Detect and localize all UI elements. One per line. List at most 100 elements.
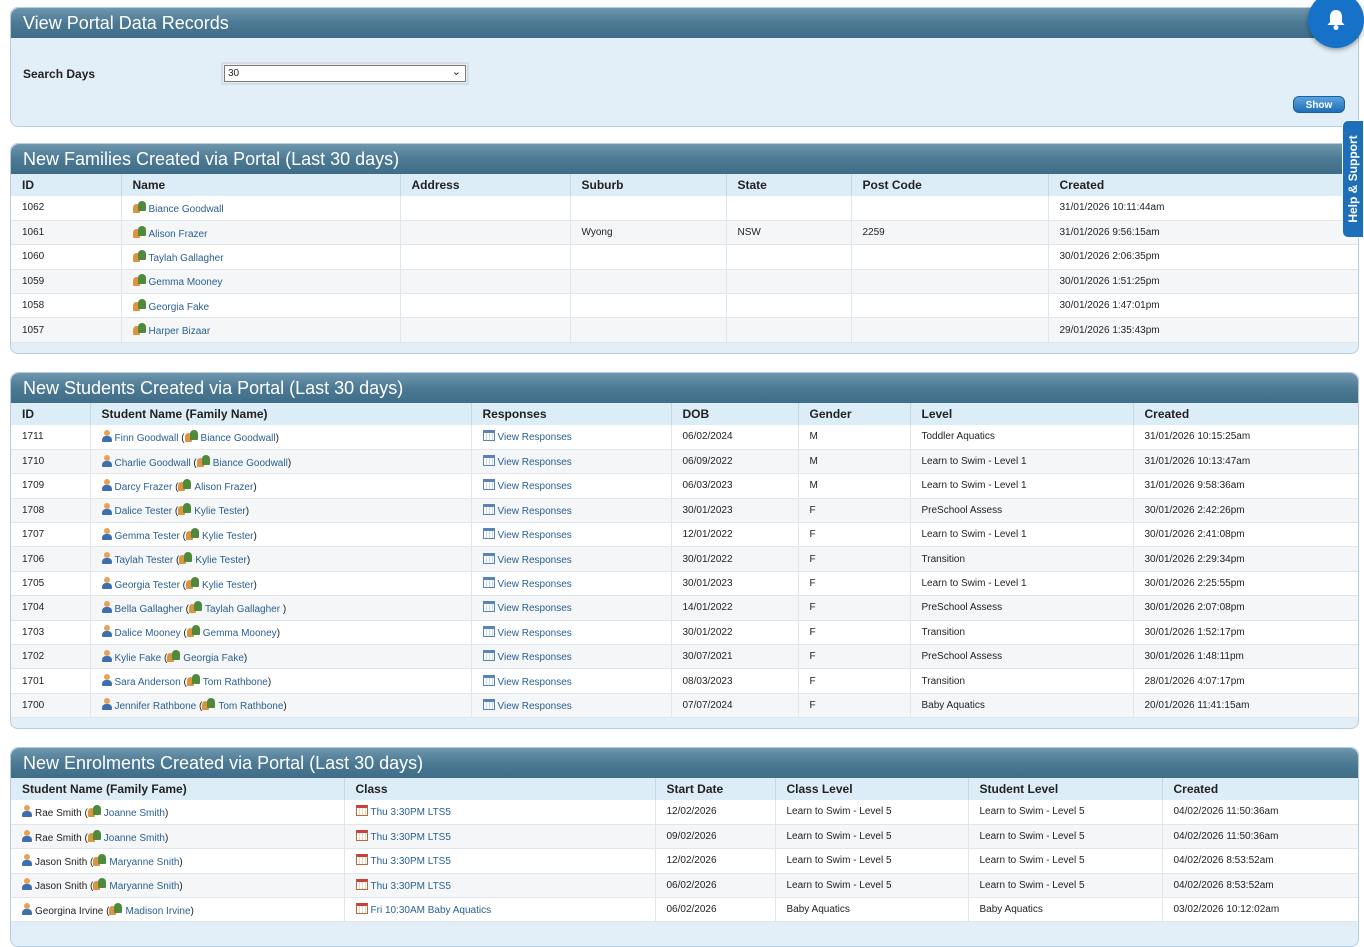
- student-icon: [101, 552, 112, 565]
- student-name-link[interactable]: Finn Goodwall: [115, 433, 179, 444]
- col-header[interactable]: Gender: [798, 403, 911, 425]
- col-header[interactable]: ID: [11, 174, 122, 196]
- family-name-link[interactable]: Biance Goodwall: [201, 433, 276, 444]
- family-name-link[interactable]: Gemma Mooney: [203, 628, 277, 639]
- view-responses-link[interactable]: View Responses: [498, 701, 572, 712]
- family-name-link[interactable]: Biance Goodwall: [213, 458, 288, 469]
- family-postcode: [851, 317, 1049, 343]
- family-suburb: [570, 317, 727, 343]
- family-name-link[interactable]: Alison Frazer: [149, 229, 208, 240]
- view-responses-link[interactable]: View Responses: [498, 628, 572, 639]
- class-link[interactable]: Thu 3:30PM LTS5: [371, 807, 451, 818]
- student-id: 1710: [11, 449, 91, 475]
- col-header[interactable]: State: [726, 174, 852, 196]
- family-name-link[interactable]: Maryanne Snith: [109, 857, 179, 868]
- responses-cell: View Responses: [471, 644, 672, 670]
- view-responses-link[interactable]: View Responses: [498, 481, 572, 492]
- view-responses-link[interactable]: View Responses: [498, 603, 572, 614]
- student-icon: [22, 829, 32, 842]
- show-button[interactable]: Show: [1293, 96, 1345, 113]
- view-responses-link[interactable]: View Responses: [498, 530, 572, 541]
- view-responses-link[interactable]: View Responses: [498, 579, 572, 590]
- family-name-link[interactable]: Tom Rathbone: [218, 701, 283, 712]
- student-name-link[interactable]: Dalice Tester: [115, 506, 173, 517]
- student-dob: 12/01/2022: [671, 522, 799, 548]
- students-panel-title: New Students Created via Portal (Last 30…: [11, 373, 1358, 403]
- student-gender: M: [798, 449, 911, 475]
- col-header[interactable]: Student Name (Family Fame): [11, 778, 345, 800]
- view-responses-link[interactable]: View Responses: [498, 506, 572, 517]
- student-name-link[interactable]: Sara Anderson: [115, 677, 181, 688]
- family-state: NSW: [726, 220, 852, 246]
- student-icon: [22, 853, 32, 866]
- student-created: 31/01/2026 9:58:36am: [1133, 473, 1358, 499]
- family-name-link[interactable]: Gemma Mooney: [149, 277, 223, 288]
- family-name-link[interactable]: Kylie Tester: [195, 555, 247, 566]
- col-header[interactable]: Level: [910, 403, 1134, 425]
- family-name-link[interactable]: Alison Frazer: [194, 482, 253, 493]
- student-name-link[interactable]: Charlie Goodwall: [115, 458, 191, 469]
- view-responses-link[interactable]: View Responses: [498, 457, 572, 468]
- col-header[interactable]: Created: [1133, 403, 1358, 425]
- family-name-link[interactable]: Harper Bizaar: [149, 326, 211, 337]
- family-suburb: [570, 244, 727, 270]
- student-name-link[interactable]: Bella Gallagher: [115, 604, 183, 615]
- col-header[interactable]: Suburb: [570, 174, 727, 196]
- student-id: 1701: [11, 668, 91, 694]
- enrolment-class-cell: Thu 3:30PM LTS5: [344, 800, 656, 825]
- col-header[interactable]: Created: [1048, 174, 1358, 196]
- class-link[interactable]: Thu 3:30PM LTS5: [371, 881, 451, 892]
- student-name-link[interactable]: Taylah Tester: [115, 555, 174, 566]
- family-name-link[interactable]: Tom Rathbone: [203, 677, 268, 688]
- student-name-link[interactable]: Kylie Fake: [115, 653, 162, 664]
- family-name-link[interactable]: Taylah Gallagher: [205, 604, 283, 615]
- col-header[interactable]: Student Name (Family Name): [90, 403, 472, 425]
- view-responses-link[interactable]: View Responses: [498, 432, 572, 443]
- family-icon: [132, 298, 146, 311]
- family-name-link[interactable]: Maryanne Snith: [109, 881, 179, 892]
- student-icon: [101, 454, 112, 467]
- col-header[interactable]: Created: [1162, 778, 1358, 800]
- col-header[interactable]: DOB: [671, 403, 799, 425]
- family-name-link[interactable]: Joanne Smith: [104, 808, 165, 819]
- class-link[interactable]: Thu 3:30PM LTS5: [371, 832, 451, 843]
- search-days-select[interactable]: 30 ⌄: [221, 62, 469, 85]
- col-header[interactable]: Student Level: [968, 778, 1163, 800]
- family-name-link[interactable]: Joanne Smith: [104, 833, 165, 844]
- family-name-cell: Alison Frazer: [121, 220, 401, 246]
- family-name-link[interactable]: Kylie Tester: [202, 531, 254, 542]
- col-header[interactable]: Start Date: [655, 778, 776, 800]
- col-header[interactable]: Class: [344, 778, 656, 800]
- col-header[interactable]: Post Code: [851, 174, 1049, 196]
- family-name-link[interactable]: Kylie Tester: [194, 506, 246, 517]
- student-icon: [101, 503, 112, 516]
- responses-icon: [482, 430, 495, 442]
- student-id: 1711: [11, 425, 91, 450]
- student-name-link[interactable]: Georgia Tester: [115, 580, 180, 591]
- table-row: 1711 Finn Goodwall (Biance Goodwall) View …: [11, 425, 1358, 450]
- family-name-link[interactable]: Taylah Gallagher: [149, 253, 224, 264]
- col-header[interactable]: Address: [400, 174, 571, 196]
- student-name-link[interactable]: Gemma Tester: [115, 531, 180, 542]
- col-header[interactable]: Name: [121, 174, 401, 196]
- family-name-link[interactable]: Georgia Fake: [183, 653, 244, 664]
- family-name-link[interactable]: Georgia Fake: [149, 302, 210, 313]
- family-name-link[interactable]: Madison Irvine: [125, 906, 190, 917]
- enrolment-student-level: Learn to Swim - Level 5: [968, 800, 1163, 825]
- view-responses-link[interactable]: View Responses: [498, 652, 572, 663]
- view-responses-link[interactable]: View Responses: [498, 677, 572, 688]
- col-header[interactable]: Class Level: [775, 778, 969, 800]
- family-name-link[interactable]: Biance Goodwall: [149, 204, 224, 215]
- col-header[interactable]: Responses: [471, 403, 672, 425]
- class-link[interactable]: Fri 10:30AM Baby Aquatics: [371, 905, 492, 916]
- col-header[interactable]: ID: [11, 403, 91, 425]
- family-name-link[interactable]: Kylie Tester: [202, 580, 254, 591]
- view-responses-link[interactable]: View Responses: [498, 555, 572, 566]
- student-name-link[interactable]: Dalice Mooney: [115, 628, 181, 639]
- family-created: 30/01/2026 1:47:01pm: [1048, 293, 1358, 319]
- student-name-link[interactable]: Darcy Frazer: [115, 482, 173, 493]
- student-name-link[interactable]: Jennifer Rathbone: [115, 701, 197, 712]
- class-link[interactable]: Thu 3:30PM LTS5: [371, 856, 451, 867]
- help-support-tab[interactable]: Help & Support: [1342, 120, 1364, 238]
- family-icon: [132, 225, 146, 238]
